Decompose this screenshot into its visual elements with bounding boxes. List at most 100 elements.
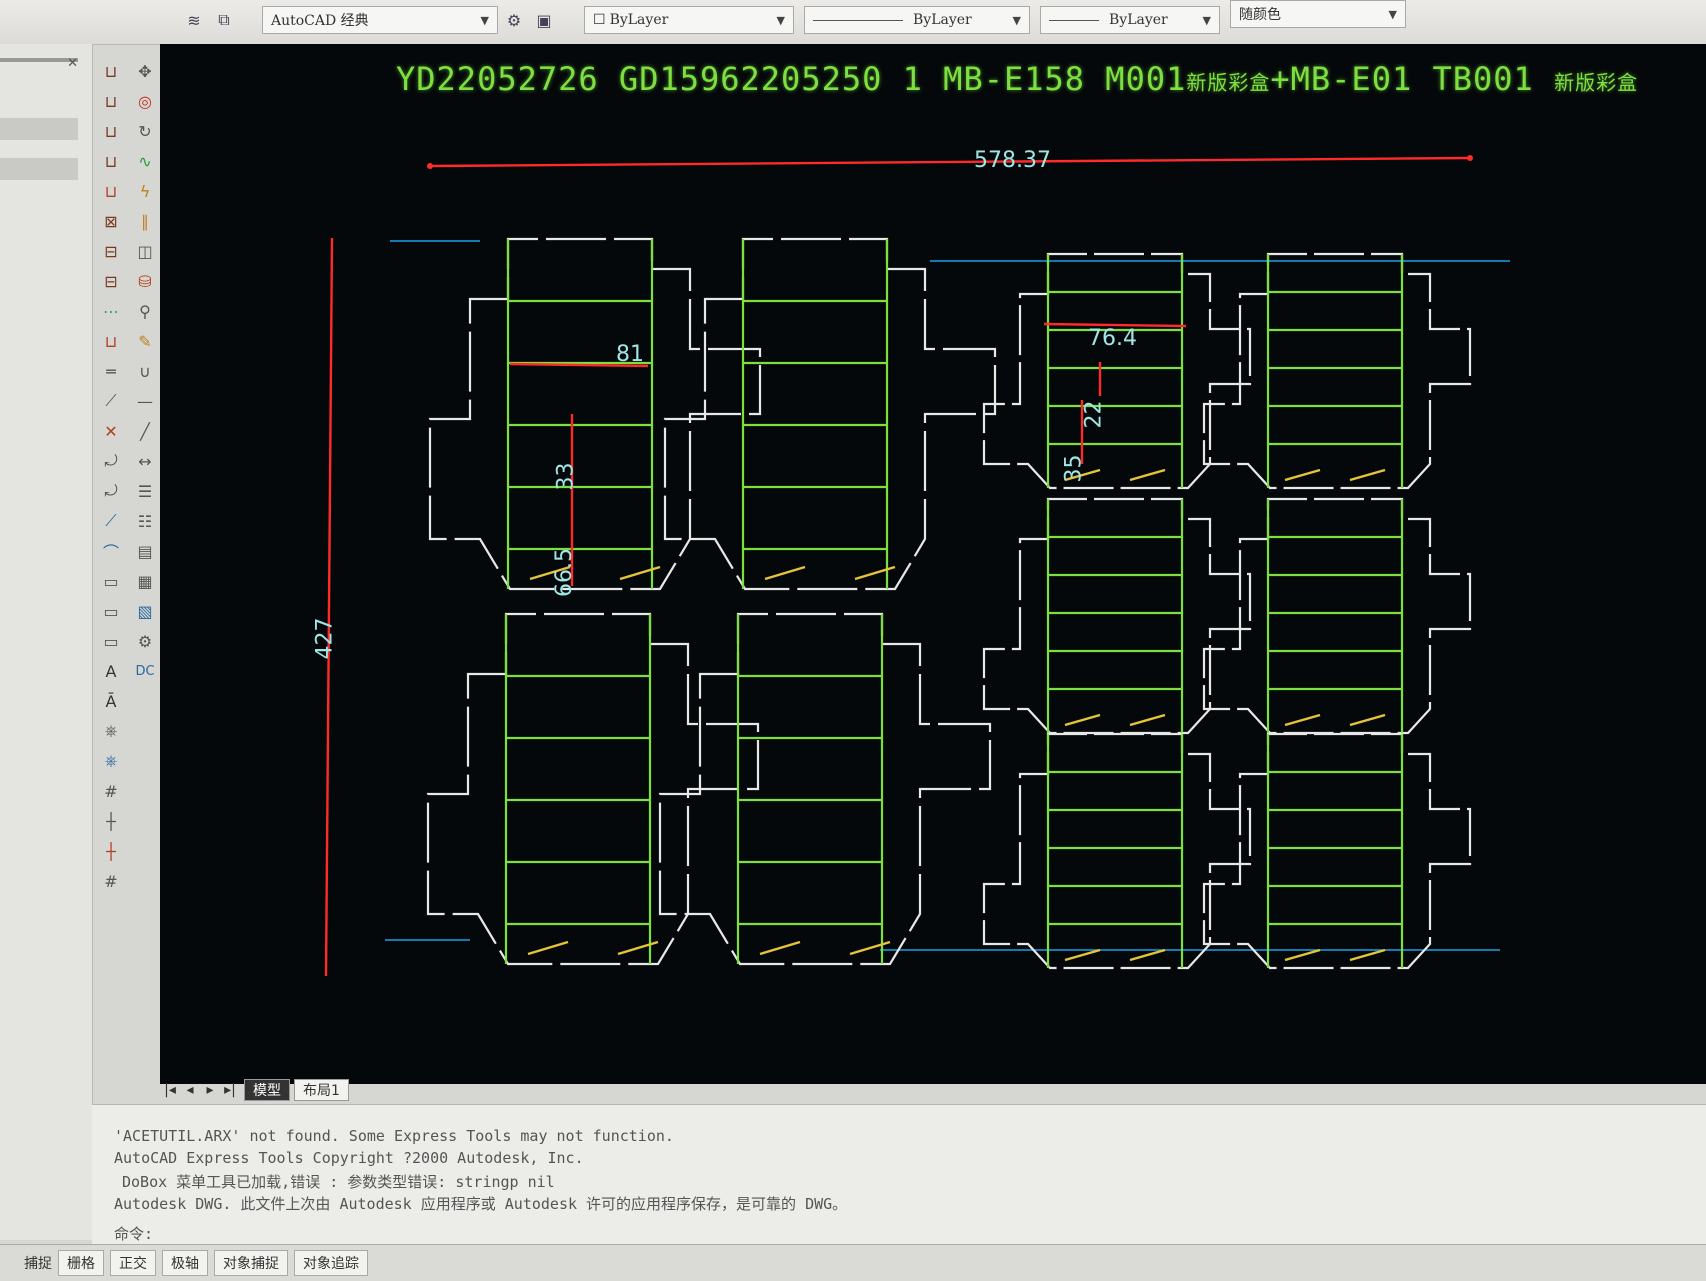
- palette-section[interactable]: [0, 158, 78, 180]
- box-outline: [1202, 732, 1472, 970]
- list-icon[interactable]: ☷: [132, 508, 158, 534]
- hatch-icon[interactable]: ▦: [132, 568, 158, 594]
- slash-icon[interactable]: ╱: [132, 418, 158, 444]
- table-icon[interactable]: ▤: [132, 538, 158, 564]
- plus-icon[interactable]: ┼: [98, 838, 124, 864]
- move-icon[interactable]: ✥: [132, 58, 158, 84]
- linetype-value: ByLayer: [913, 12, 972, 28]
- block-icon[interactable]: ⊔: [98, 328, 124, 354]
- lightning-icon[interactable]: ϟ: [132, 178, 158, 204]
- curve-icon[interactable]: ⟋: [98, 508, 124, 534]
- line-icon[interactable]: ═: [98, 358, 124, 384]
- status-otrack[interactable]: 对象追踪: [294, 1250, 368, 1276]
- dim-total-width: 578.37: [974, 148, 1051, 173]
- gear-icon[interactable]: ⚙: [502, 8, 526, 32]
- mtext-icon[interactable]: Ā: [98, 688, 124, 714]
- status-polar[interactable]: 极轴: [162, 1250, 208, 1276]
- block-icon[interactable]: ⊔: [98, 58, 124, 84]
- block-icon[interactable]: ⊔: [98, 148, 124, 174]
- circle-icon[interactable]: ◎: [132, 88, 158, 114]
- close-icon[interactable]: ✕: [67, 56, 78, 71]
- block-icon[interactable]: ⊔: [98, 118, 124, 144]
- dc-icon[interactable]: DC: [132, 658, 158, 684]
- command-history-line: Autodesk DWG. 此文件上次由 Autodesk 应用程序或 Auto…: [114, 1195, 848, 1213]
- linetype-select[interactable]: ByLayer ▼: [804, 6, 1030, 34]
- rectangle-icon[interactable]: ▭: [98, 568, 124, 594]
- plus-icon[interactable]: ┼: [98, 808, 124, 834]
- workspace-select[interactable]: AutoCAD 经典 ▼: [262, 6, 498, 34]
- status-snap[interactable]: 捕捉: [24, 1253, 52, 1273]
- status-ortho[interactable]: 正交: [110, 1250, 156, 1276]
- dash-icon[interactable]: —: [132, 388, 158, 414]
- next-tab-icon[interactable]: ▸: [200, 1082, 220, 1098]
- tab-layout1[interactable]: 布局1: [294, 1079, 349, 1101]
- color-value: 随颜色: [1239, 7, 1281, 23]
- block-icon[interactable]: ⊔: [98, 88, 124, 114]
- window-icon[interactable]: ◫: [132, 238, 158, 264]
- toolbar-icon[interactable]: ⧉: [212, 8, 236, 32]
- parallel-icon[interactable]: ∥: [132, 208, 158, 234]
- block-icon[interactable]: ⊠: [98, 208, 124, 234]
- color-select[interactable]: 随颜色 ▼: [1230, 0, 1406, 28]
- layer-icon[interactable]: ▣: [532, 8, 556, 32]
- line-sample: [813, 19, 903, 21]
- layer-select[interactable]: ☐ ByLayer ▼: [584, 6, 794, 34]
- image-icon[interactable]: ▧: [132, 598, 158, 624]
- command-prompt[interactable]: 命令:: [114, 1223, 153, 1244]
- block-icon[interactable]: ⊟: [98, 268, 124, 294]
- text-icon[interactable]: A: [98, 658, 124, 684]
- status-grid[interactable]: 栅格: [58, 1250, 104, 1276]
- block-icon[interactable]: ⊟: [98, 238, 124, 264]
- first-tab-icon[interactable]: |◂: [160, 1082, 180, 1098]
- box-outline: [1202, 252, 1472, 490]
- cross-line-icon[interactable]: ✕: [98, 418, 124, 444]
- dim-total-height: 427: [312, 617, 338, 660]
- glue-mark: [1284, 468, 1321, 482]
- drawing-canvas[interactable]: YD22052726 GD15962205250 1 MB-E158 M001新…: [160, 44, 1706, 1084]
- measure-icon[interactable]: ↔: [132, 448, 158, 474]
- palette-section[interactable]: [0, 118, 78, 140]
- glue-mark: [1349, 468, 1386, 482]
- tab-model[interactable]: 模型: [244, 1079, 290, 1101]
- left-palette: ✕: [0, 44, 93, 1240]
- toolbar-icon[interactable]: ≋: [182, 8, 206, 32]
- rectangle-icon[interactable]: ▭: [98, 628, 124, 654]
- paint-icon[interactable]: ⛁: [132, 268, 158, 294]
- rectangle-icon[interactable]: ▭: [98, 598, 124, 624]
- last-tab-icon[interactable]: ▸|: [220, 1082, 240, 1098]
- block-icon[interactable]: ⊔: [98, 178, 124, 204]
- undo-arc-icon[interactable]: ∪: [132, 358, 158, 384]
- box-outline: [982, 732, 1252, 970]
- glue-mark: [619, 565, 661, 581]
- grid-icon[interactable]: #: [98, 868, 124, 894]
- command-history-line: AutoCAD Express Tools Copyright ?2000 Au…: [114, 1149, 584, 1167]
- glue-mark: [759, 940, 801, 956]
- rotate-icon[interactable]: ↻: [132, 118, 158, 144]
- dim-line-total-height: [324, 237, 334, 977]
- prev-tab-icon[interactable]: ◂: [180, 1082, 200, 1098]
- arc-icon[interactable]: ⤾: [98, 478, 124, 504]
- cad-drawing[interactable]: [160, 44, 1706, 1084]
- glue-mark: [1349, 713, 1386, 727]
- chevron-down-icon: ▼: [1012, 13, 1021, 27]
- curve-icon[interactable]: ⌒: [98, 538, 124, 564]
- dim-flap: 33: [553, 462, 579, 491]
- chevron-down-icon: ▼: [1388, 7, 1397, 21]
- pin-icon[interactable]: ⚲: [132, 298, 158, 324]
- grid-icon[interactable]: #: [98, 778, 124, 804]
- dots-icon[interactable]: ⋯: [98, 298, 124, 324]
- layers-icon[interactable]: ☰: [132, 478, 158, 504]
- stamp-icon[interactable]: ⎈: [98, 718, 124, 744]
- dim-arrow: [1467, 155, 1473, 161]
- diagonal-icon[interactable]: ⟋: [98, 388, 124, 414]
- status-osnap[interactable]: 对象捕捉: [214, 1250, 288, 1276]
- lineweight-select[interactable]: ByLayer ▼: [1040, 6, 1220, 34]
- pencil-icon[interactable]: ✎: [132, 328, 158, 354]
- command-window[interactable]: 'ACETUTIL.ARX' not found. Some Express T…: [92, 1104, 1706, 1245]
- spline-icon[interactable]: ∿: [132, 148, 158, 174]
- command-history-line: DoBox 菜单工具已加载,错误 : 参数类型错误: stringp nil: [122, 1173, 555, 1191]
- stamp-icon[interactable]: ⎈: [98, 748, 124, 774]
- title-part: YD22052726: [396, 60, 599, 98]
- arc-icon[interactable]: ⤾: [98, 448, 124, 474]
- gear-icon[interactable]: ⚙: [132, 628, 158, 654]
